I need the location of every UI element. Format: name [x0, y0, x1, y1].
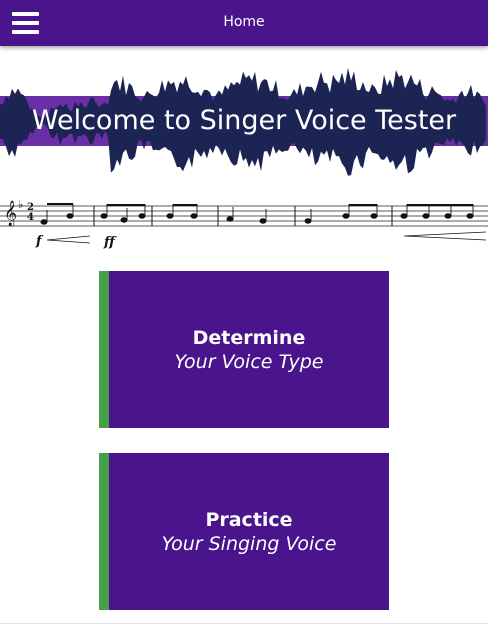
time-signature-bottom: 4	[27, 212, 34, 223]
crescendo-hairpin	[46, 235, 91, 244]
note-head	[422, 213, 430, 219]
page-title: Home	[223, 14, 265, 30]
sheet-music-image: 𝄞 ♭ 2 4 f ff	[0, 198, 488, 250]
treble-clef-icon: 𝄞	[4, 200, 17, 226]
note-head	[259, 218, 267, 224]
note-head	[120, 217, 128, 223]
note-head	[138, 213, 146, 219]
note-head	[40, 219, 48, 225]
note-head	[226, 216, 234, 222]
note-head	[190, 213, 198, 219]
card-subtitle: Your Singing Voice	[161, 532, 337, 555]
note-head	[400, 213, 408, 219]
note-head	[466, 213, 474, 219]
note-head	[100, 213, 108, 219]
dynamic-forte: f	[35, 234, 44, 249]
determine-voice-type-button[interactable]: Determine Your Voice Type	[99, 271, 389, 428]
note-head	[66, 213, 74, 219]
note-head	[444, 213, 452, 219]
flat-sign: ♭	[18, 198, 23, 211]
note-head	[342, 213, 350, 219]
welcome-banner: Welcome to Singer Voice Tester	[0, 58, 488, 188]
card-subtitle: Your Voice Type	[174, 350, 324, 373]
top-app-bar: Home	[0, 0, 488, 46]
divider	[0, 623, 488, 624]
dynamic-fortissimo: ff	[103, 235, 117, 250]
diminuendo-hairpin	[403, 231, 487, 241]
note-head	[166, 213, 174, 219]
banner-title: Welcome to Singer Voice Tester	[31, 105, 457, 136]
note-head	[370, 213, 378, 219]
note-head	[304, 218, 312, 224]
card-title: Practice	[205, 508, 293, 531]
card-title: Determine	[192, 326, 306, 349]
practice-singing-button[interactable]: Practice Your Singing Voice	[99, 453, 389, 610]
